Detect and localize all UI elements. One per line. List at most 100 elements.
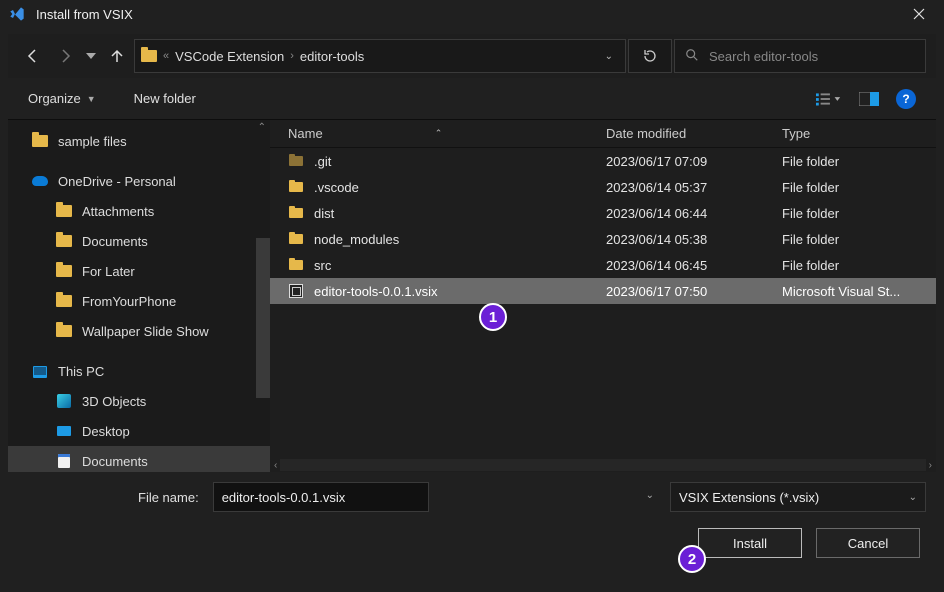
file-type-filter[interactable]: VSIX Extensions (*.vsix) ⌄ [670,482,926,512]
organize-menu[interactable]: Organize ▼ [28,91,96,106]
folder-icon [288,231,304,247]
up-button[interactable] [102,41,132,71]
file-row[interactable]: .git 2023/06/17 07:09File folder [270,148,936,174]
file-date: 2023/06/17 07:50 [600,284,776,299]
folder-icon [288,153,304,169]
filename-input[interactable] [213,482,429,512]
file-type: File folder [776,154,936,169]
file-list-pane: Name ⌃ Date modified Type .git 2023/06/17… [270,120,936,472]
file-type: File folder [776,232,936,247]
titlebar: Install from VSIX [0,0,944,28]
folder-icon [141,48,157,64]
sidebar-item-label: Documents [82,234,148,249]
filename-row: File name: ⌄ VSIX Extensions (*.vsix) ⌄ [18,482,926,512]
vscode-icon [8,5,26,23]
file-name: .vscode [314,180,359,195]
sidebar-item-label: FromYourPhone [82,294,176,309]
address-dropdown[interactable]: ⌄ [599,51,619,62]
file-date: 2023/06/14 06:45 [600,258,776,273]
file-row[interactable]: src 2023/06/14 06:45File folder [270,252,936,278]
file-date: 2023/06/14 05:37 [600,180,776,195]
filter-label: VSIX Extensions (*.vsix) [679,490,819,505]
file-date: 2023/06/14 06:44 [600,206,776,221]
filename-dropdown-icon[interactable]: ⌄ [646,490,654,501]
recent-dropdown[interactable] [82,41,100,71]
command-bar: Organize ▼ New folder ? [8,78,936,120]
sidebar-item-label: For Later [82,264,135,279]
scroll-up-icon[interactable]: ⌃ [258,122,266,133]
file-row[interactable]: .vscode 2023/06/14 05:37File folder [270,174,936,200]
sidebar-item-label: Documents [82,454,148,469]
action-buttons: Install Cancel [18,528,926,558]
install-button[interactable]: Install [698,528,802,558]
crumb-1[interactable]: VSCode Extension [175,49,284,64]
forward-button[interactable] [50,41,80,71]
column-headers: Name ⌃ Date modified Type [270,120,936,148]
new-folder-button[interactable]: New folder [134,91,196,106]
chevron-left-icon: « [163,50,169,62]
scroll-right-icon[interactable]: › [929,460,932,471]
chevron-right-icon: › [290,50,294,62]
filename-label: File name: [138,490,199,505]
sidebar-item-label: Desktop [82,424,130,439]
file-name: .git [314,154,331,169]
file-date: 2023/06/17 07:09 [600,154,776,169]
sidebar-item-sample-files[interactable]: sample files [8,126,270,156]
file-row[interactable]: dist2023/06/14 06:44File folder [270,200,936,226]
file-date: 2023/06/14 05:38 [600,232,776,247]
sidebar-item-desktop[interactable]: Desktop [8,416,270,446]
crumb-2[interactable]: editor-tools [300,49,364,64]
close-button[interactable] [896,0,942,28]
refresh-button[interactable] [628,39,672,73]
navigation-tree: ⌃ sample files OneDrive - Personal Attachm… [8,120,270,472]
folder-icon [288,205,304,221]
file-type: Microsoft Visual St... [776,284,936,299]
sidebar-item-label: 3D Objects [82,394,146,409]
sidebar-item-for-later[interactable]: For Later [8,256,270,286]
organize-label: Organize [28,91,81,106]
sidebar-item-label: OneDrive - Personal [58,174,176,189]
main-pane: ⌃ sample files OneDrive - Personal Attachm… [8,120,936,472]
file-type: File folder [776,180,936,195]
column-name[interactable]: Name ⌃ [270,126,600,141]
sidebar-item-label: sample files [58,134,127,149]
sidebar-item-attachments[interactable]: Attachments [8,196,270,226]
address-bar[interactable]: « VSCode Extension › editor-tools ⌄ [134,39,626,73]
file-name: node_modules [314,232,399,247]
column-type[interactable]: Type [776,126,936,141]
col-name-label: Name [288,126,323,141]
file-name: src [314,258,331,273]
sidebar-item-onedrive-personal[interactable]: OneDrive - Personal [8,166,270,196]
window-title: Install from VSIX [36,7,896,22]
file-name: editor-tools-0.0.1.vsix [314,284,438,299]
search-icon [685,48,699,65]
chevron-down-icon: ▼ [87,94,96,104]
sidebar-item-this-pc[interactable]: This PC [8,356,270,386]
preview-pane-button[interactable] [856,86,882,112]
sidebar-item-fromyourphone[interactable]: FromYourPhone [8,286,270,316]
back-button[interactable] [18,41,48,71]
chevron-down-icon: ⌄ [909,492,917,503]
horizontal-scrollbar[interactable]: ‹ › [270,458,936,472]
sidebar-scrollbar[interactable] [256,238,270,398]
breadcrumb: « VSCode Extension › editor-tools [163,49,364,64]
folder-icon [288,179,304,195]
column-date[interactable]: Date modified [600,126,776,141]
file-row[interactable]: editor-tools-0.0.1.vsix 2023/06/17 07:50M… [270,278,936,304]
search-box[interactable]: Search editor-tools [674,39,926,73]
file-type: File folder [776,258,936,273]
cancel-button[interactable]: Cancel [816,528,920,558]
file-type: File folder [776,206,936,221]
sidebar-item-label: Attachments [82,204,154,219]
sidebar-item-label: This PC [58,364,104,379]
file-row[interactable]: node_modules 2023/06/14 05:38File folder [270,226,936,252]
sidebar-item-documents[interactable]: Documents [8,446,270,472]
sidebar-item-wallpaper-slide-show[interactable]: Wallpaper Slide Show [8,316,270,346]
help-button[interactable]: ? [896,89,916,109]
sidebar-item-3d-objects[interactable]: 3D Objects [8,386,270,416]
search-placeholder: Search editor-tools [709,49,818,64]
sort-indicator-icon: ⌃ [435,128,443,139]
view-mode-button[interactable] [816,86,842,112]
scroll-left-icon[interactable]: ‹ [274,460,277,471]
sidebar-item-documents[interactable]: Documents [8,226,270,256]
